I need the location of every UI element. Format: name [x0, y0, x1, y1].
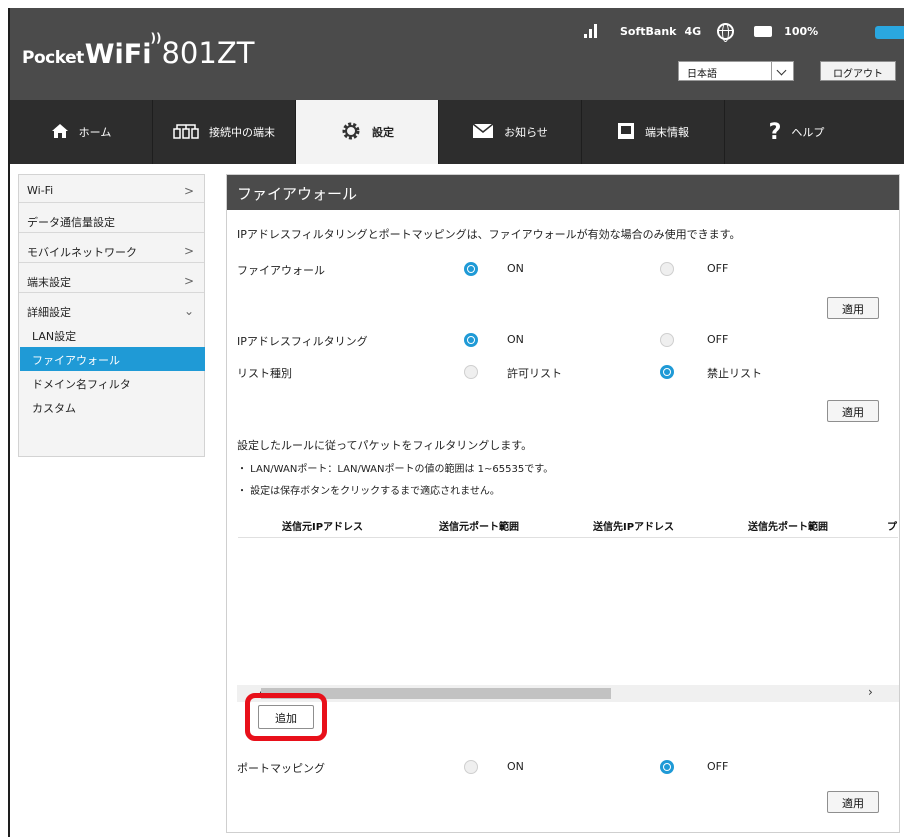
app-frame: Pocket WiFi)) 801ZT SoftBank 4G 100% 日本語…	[8, 8, 904, 837]
battery-icon	[754, 25, 773, 37]
firewall-off-radio[interactable]	[660, 262, 674, 276]
sidebar: Wi-Fi > データ通信量設定 モバイルネットワーク > 端末設定 > 詳細設…	[18, 174, 205, 457]
port-mapping-apply-button[interactable]: 適用	[827, 791, 879, 813]
ip-filter-off-radio[interactable]	[660, 333, 674, 347]
rule-description: 設定したルールに従ってパケットをフィルタリングします。	[237, 439, 533, 452]
nav-device-info[interactable]: 端末情報	[582, 100, 725, 164]
ip-filter-on-label: ON	[507, 333, 524, 346]
sidebar-item-label: モバイルネットワーク	[27, 246, 137, 259]
main-nav: ホーム 接続中の端末 設定 お知らせ 端末情報 ? ヘルプ	[10, 100, 904, 164]
brand-model: 801ZT	[161, 36, 255, 70]
deny-list-radio[interactable]	[660, 365, 674, 379]
brand-wifi: WiFi))	[84, 31, 162, 70]
firewall-on-radio[interactable]	[464, 262, 478, 276]
question-icon: ?	[768, 119, 782, 145]
connected-devices-icon	[173, 123, 199, 142]
port-mapping-off-radio[interactable]	[660, 760, 674, 774]
ip-filter-label: IPアドレスフィルタリング	[237, 335, 368, 348]
nav-help[interactable]: ? ヘルプ	[725, 100, 868, 164]
chevron-down-icon	[771, 62, 793, 80]
chevron-down-icon: ⌄	[183, 304, 194, 318]
page-title: ファイアウォール	[227, 175, 899, 210]
nav-home-label: ホーム	[78, 126, 112, 139]
chevron-right-icon: >	[183, 244, 194, 258]
brand-logo: Pocket WiFi)) 801ZT	[22, 31, 255, 70]
sidebar-item-wifi[interactable]: Wi-Fi >	[19, 179, 204, 203]
ip-filter-on-radio[interactable]	[464, 333, 478, 347]
port-range-note: ・ LAN/WANポート：LAN/WANポートの値の範囲は 1~65535です。	[237, 464, 554, 475]
deny-list-label: 禁止リスト	[707, 367, 762, 380]
firewall-on-label: ON	[507, 262, 524, 275]
brand-wifi-text: WiFi	[84, 39, 152, 70]
network-type: 4G	[684, 24, 702, 38]
sidebar-item-label: Wi-Fi	[27, 184, 54, 197]
list-type-label: リスト種別	[237, 367, 292, 380]
firewall-off-label: OFF	[707, 262, 729, 275]
battery-level-bar	[875, 26, 904, 39]
sidebar-item-device-settings[interactable]: 端末設定 >	[19, 269, 204, 293]
nav-settings[interactable]: 設定	[296, 100, 439, 164]
table-header-dst-port: 送信先ポート範囲	[748, 522, 828, 533]
nav-devices[interactable]: 接続中の端末	[153, 100, 296, 164]
mail-icon	[472, 122, 494, 142]
ip-filter-off-label: OFF	[707, 333, 729, 346]
firewall-note: IPアドレスフィルタリングとポートマッピングは、ファイアウォールが有効な場合のみ…	[237, 228, 741, 241]
firewall-label: ファイアウォール	[237, 264, 325, 277]
home-icon	[51, 123, 69, 142]
sidebar-item-label: 詳細設定	[27, 306, 71, 319]
sidebar-subitem-firewall[interactable]: ファイアウォール	[20, 347, 205, 371]
table-body	[238, 537, 898, 538]
signal-icon	[580, 22, 602, 40]
carrier-name: SoftBank	[620, 24, 677, 38]
allow-list-label: 許可リスト	[507, 367, 562, 380]
battery-percent: 100%	[784, 24, 819, 38]
nav-notices-label: お知らせ	[504, 126, 548, 139]
port-mapping-on-radio[interactable]	[464, 760, 478, 774]
allow-list-radio[interactable]	[464, 365, 478, 379]
sidebar-item-label: データ通信量設定	[27, 216, 115, 229]
gear-icon	[340, 120, 362, 145]
main-panel: ファイアウォール IPアドレスフィルタリングとポートマッピングは、ファイアウォー…	[226, 174, 900, 833]
save-note: ・ 設定は保存ボタンをクリックするまで適応されません。	[237, 486, 500, 497]
chevron-right-icon: >	[183, 184, 194, 198]
nav-notices[interactable]: お知らせ	[439, 100, 582, 164]
nav-devices-label: 接続中の端末	[209, 126, 275, 139]
table-header-src-ip: 送信元IPアドレス	[282, 522, 364, 533]
nav-device-info-label: 端末情報	[645, 126, 689, 139]
table-header-dst-ip: 送信先IPアドレス	[593, 522, 675, 533]
device-info-icon	[617, 122, 635, 143]
port-mapping-on-label: ON	[507, 760, 524, 773]
table-header-src-port: 送信元ポート範囲	[439, 522, 519, 533]
sidebar-item-label: 端末設定	[27, 276, 71, 289]
header: Pocket WiFi)) 801ZT SoftBank 4G 100% 日本語…	[10, 8, 904, 100]
firewall-apply-button[interactable]: 適用	[827, 297, 879, 319]
add-rule-button[interactable]: 追加	[258, 705, 314, 729]
scroll-right-icon[interactable]: ›	[868, 685, 873, 699]
brand-pocket: Pocket	[22, 48, 84, 68]
table-scrollbar[interactable]: ‹ ›	[237, 685, 899, 702]
status-row: SoftBank 4G 100%	[580, 22, 819, 42]
nav-home[interactable]: ホーム	[10, 100, 153, 164]
logout-button[interactable]: ログアウト	[820, 61, 896, 81]
sidebar-subitem-custom[interactable]: カスタム	[20, 395, 205, 419]
table-header-protocol: プ	[887, 522, 897, 533]
nav-help-label: ヘルプ	[791, 126, 825, 139]
sidebar-subitem-lan[interactable]: LAN設定	[20, 323, 205, 347]
ip-filter-apply-button[interactable]: 適用	[827, 400, 879, 422]
sidebar-item-mobile-network[interactable]: モバイルネットワーク >	[19, 239, 204, 263]
sidebar-item-data-usage[interactable]: データ通信量設定	[19, 209, 204, 233]
port-mapping-off-label: OFF	[707, 760, 729, 773]
globe-icon	[717, 22, 735, 42]
language-value: 日本語	[687, 69, 717, 80]
language-select[interactable]: 日本語	[678, 61, 794, 81]
nav-settings-label: 設定	[372, 126, 394, 139]
sidebar-item-advanced[interactable]: 詳細設定 ⌄	[19, 299, 204, 323]
wifi-wave-icon: ))	[150, 31, 162, 45]
port-mapping-label: ポートマッピング	[237, 762, 325, 775]
chevron-right-icon: >	[183, 274, 194, 288]
sidebar-subitem-domain-filter[interactable]: ドメイン名フィルタ	[20, 371, 205, 395]
